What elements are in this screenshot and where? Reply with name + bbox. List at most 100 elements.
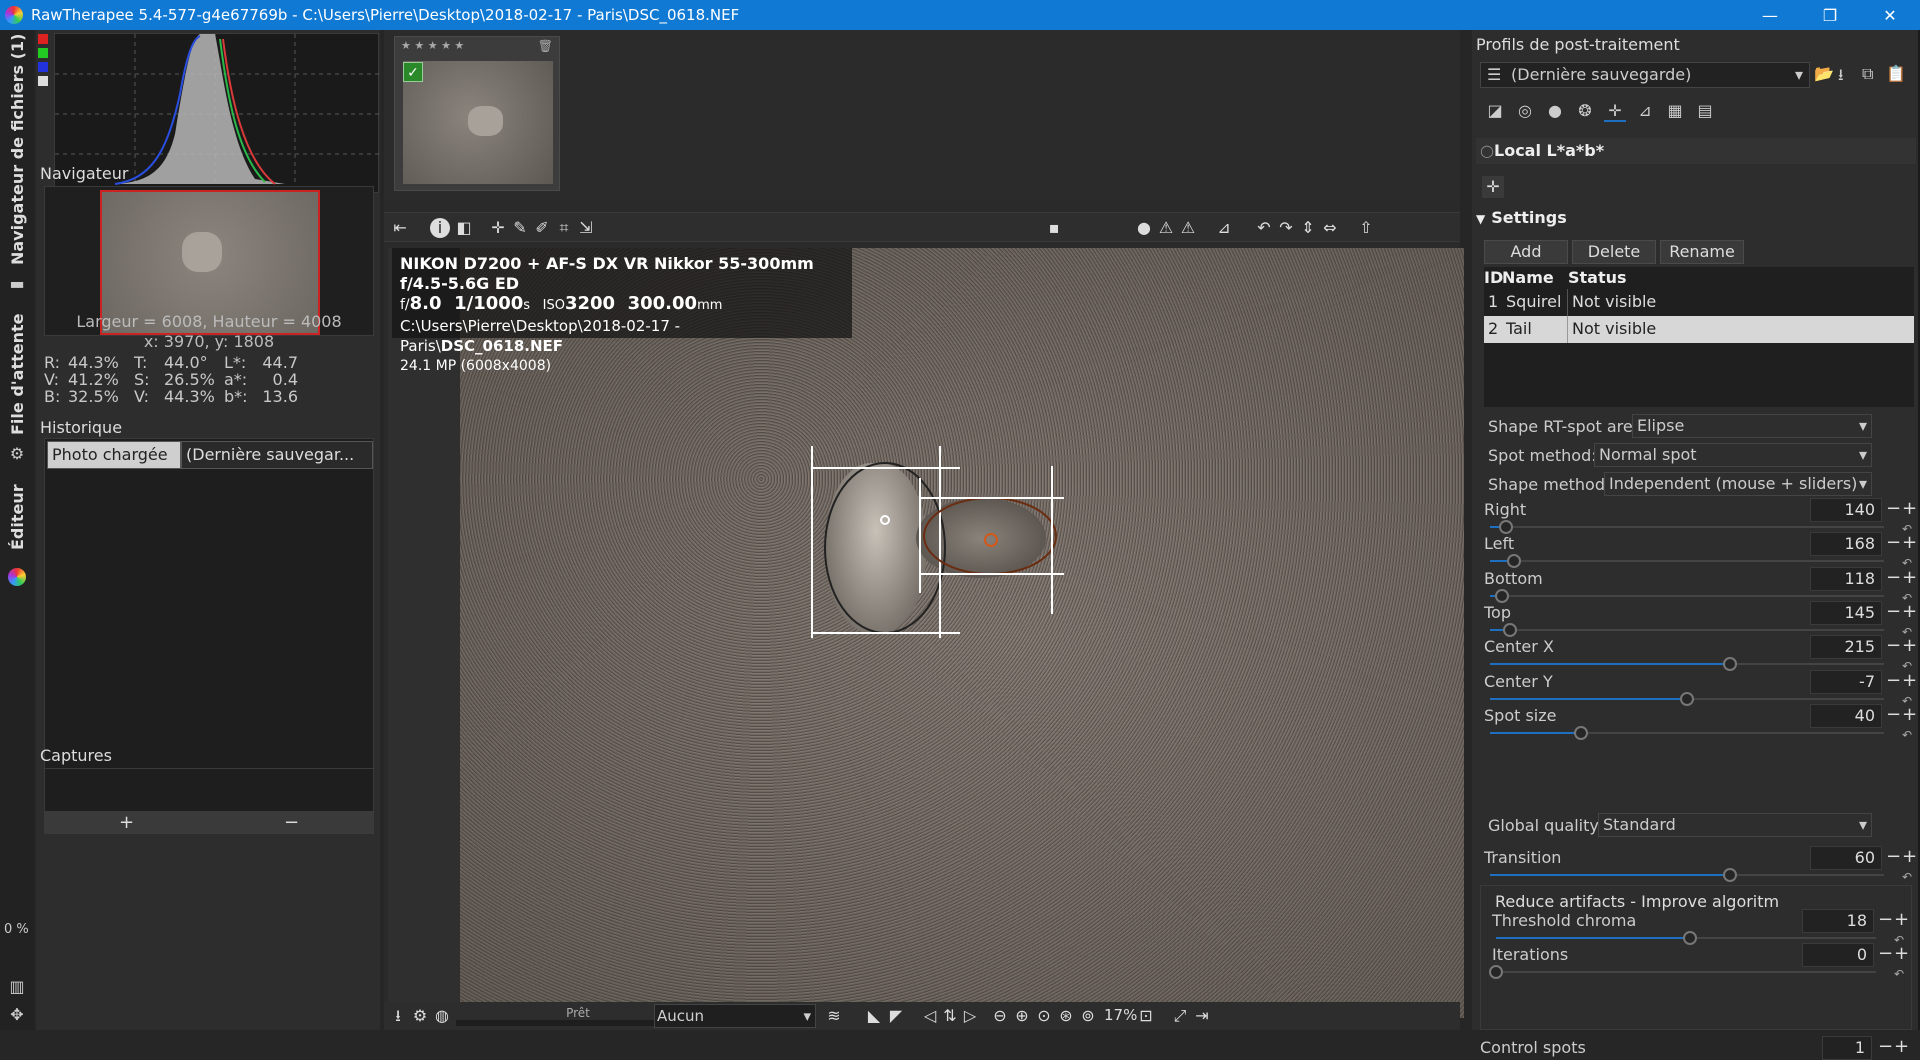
reset-icon[interactable]: ↶ xyxy=(1902,728,1912,742)
zoom-out-icon[interactable]: ⊖ xyxy=(990,1006,1010,1026)
filmstrip-toggle-icon[interactable]: ▥ xyxy=(8,978,26,996)
decrement-icon[interactable]: − xyxy=(1886,602,1901,621)
settings-header[interactable]: ▼ Settings xyxy=(1476,208,1567,227)
copy-profile-icon[interactable]: ⧉ xyxy=(1862,64,1882,84)
spot-crosshair-icon[interactable]: ✛ xyxy=(488,218,508,238)
zoom-in-icon[interactable]: ⊕ xyxy=(1012,1006,1032,1026)
profile-select[interactable]: ☰ (Dernière sauvegarde) ▾ xyxy=(1480,62,1810,88)
slider-value[interactable]: 118 xyxy=(1810,566,1882,591)
global-quality-select[interactable]: Standard ▾ xyxy=(1598,813,1872,837)
table-row[interactable]: 1 Squirel Not visible xyxy=(1484,289,1914,316)
add-capture-button[interactable]: + xyxy=(44,812,209,834)
spot-tail[interactable] xyxy=(919,466,1064,614)
advanced-tab-icon[interactable]: ❂ xyxy=(1574,100,1596,122)
slider-knob[interactable] xyxy=(1723,868,1738,882)
slider-value[interactable]: 168 xyxy=(1810,532,1882,557)
metadata-tab-icon[interactable]: ▤ xyxy=(1694,100,1716,122)
decrement-icon[interactable]: − xyxy=(1886,671,1901,690)
zoom-fit-icon[interactable]: ⊛ xyxy=(1056,1006,1076,1026)
green-channel-toggle[interactable] xyxy=(38,48,48,58)
decrement-icon[interactable]: − xyxy=(1886,848,1901,866)
white-balance-picker-icon[interactable]: ✐ xyxy=(532,218,552,238)
slider-track[interactable] xyxy=(1490,594,1884,597)
spot-tool-icon[interactable]: ✛ xyxy=(1482,176,1504,198)
slider-value[interactable]: 145 xyxy=(1810,600,1882,625)
remove-capture-button[interactable]: − xyxy=(209,812,374,834)
queue-icon[interactable]: ⚙ xyxy=(410,1006,430,1026)
flip-horizontal-icon[interactable]: ⇔ xyxy=(1320,218,1340,238)
output-profile-select[interactable]: Aucun ▾ xyxy=(654,1004,816,1028)
increment-icon[interactable]: + xyxy=(1902,500,1917,518)
increment-icon[interactable]: + xyxy=(1894,945,1909,963)
color-picker-icon[interactable]: ✎ xyxy=(510,218,530,238)
tab-queue[interactable]: File d'attente xyxy=(8,313,27,435)
rename-button[interactable]: Rename xyxy=(1660,240,1744,264)
decrement-icon[interactable]: − xyxy=(1886,500,1901,518)
sync-icon[interactable]: ⇅ xyxy=(940,1006,960,1026)
decrement-icon[interactable]: − xyxy=(1878,945,1893,963)
slider-knob[interactable] xyxy=(1723,657,1738,672)
spot-method-select[interactable]: Normal spot ▾ xyxy=(1594,443,1872,467)
control-spots-value[interactable]: 1 xyxy=(1822,1036,1872,1060)
captures-list[interactable] xyxy=(44,768,374,812)
table-row-selected[interactable]: 2 Tail Not visible xyxy=(1484,316,1914,343)
slider-value[interactable]: 18 xyxy=(1802,909,1874,933)
slider-knob[interactable] xyxy=(1502,622,1517,637)
slider-value[interactable]: -7 xyxy=(1810,669,1882,694)
gamut-icon[interactable]: ≋ xyxy=(824,1006,844,1026)
slider-value[interactable]: 60 xyxy=(1810,846,1882,870)
reset-icon[interactable]: ↶ xyxy=(1894,967,1904,981)
decrement-icon[interactable]: − xyxy=(1886,568,1901,587)
slider-knob[interactable] xyxy=(1489,965,1503,979)
raw-tab-icon[interactable]: ▦ xyxy=(1664,100,1686,122)
perspective-icon[interactable]: ⊿ xyxy=(1214,218,1234,238)
luminance-toggle[interactable] xyxy=(38,76,48,86)
hide-panel-icon[interactable]: ⇤ xyxy=(390,218,410,238)
shape-area-select[interactable]: Elipse ▾ xyxy=(1632,414,1872,438)
before-after-icon[interactable]: ◧ xyxy=(454,218,474,238)
decrement-icon[interactable]: − xyxy=(1886,637,1901,655)
rating-stars[interactable]: ★ ★ ★ ★ ★ xyxy=(401,39,464,52)
gamut-check-icon[interactable]: ◤ xyxy=(886,1006,906,1026)
slider-track[interactable] xyxy=(1496,971,1876,973)
slider-track[interactable] xyxy=(1490,560,1884,563)
exposure-tab-icon[interactable]: ◪ xyxy=(1484,100,1506,122)
highlight-clip-warning-icon[interactable]: ⚠ xyxy=(1178,218,1198,238)
focus-mask-icon[interactable]: ● xyxy=(1134,218,1154,238)
slider-value[interactable]: 215 xyxy=(1810,635,1882,660)
increment-icon[interactable]: + xyxy=(1894,911,1909,929)
slider-knob[interactable] xyxy=(1573,725,1588,740)
zoom-100-icon[interactable]: ⊙ xyxy=(1034,1006,1054,1026)
paste-profile-icon[interactable]: 📋 xyxy=(1886,64,1906,84)
color-tab-icon[interactable]: ● xyxy=(1544,100,1566,122)
hide-right-panel-icon[interactable]: ⇧ xyxy=(1356,218,1376,238)
crop-icon[interactable]: ⌗ xyxy=(554,218,574,238)
thumbnail-image[interactable] xyxy=(403,61,553,184)
tab-file-browser[interactable]: Navigateur de fichiers (1) xyxy=(8,34,27,265)
decrement-icon[interactable]: − xyxy=(1878,1038,1893,1056)
preview-modes-icon[interactable]: ▪ xyxy=(1044,218,1064,238)
increment-icon[interactable]: + xyxy=(1902,705,1917,724)
image-viewport[interactable]: NIKON D7200 + AF-S DX VR Nikkor 55-300mm… xyxy=(388,248,1464,1018)
straighten-icon[interactable]: ⇲ xyxy=(576,218,596,238)
shape-method-select[interactable]: Independent (mouse + sliders) ▾ xyxy=(1604,472,1872,496)
tab-editor[interactable]: Éditeur xyxy=(8,484,27,550)
add-button[interactable]: Add xyxy=(1484,240,1568,264)
reset-icon[interactable]: ↶ xyxy=(1902,870,1912,884)
decrement-icon[interactable]: − xyxy=(1886,705,1901,724)
decrement-icon[interactable]: − xyxy=(1878,911,1893,929)
rotate-left-icon[interactable]: ↶ xyxy=(1254,218,1274,238)
increment-icon[interactable]: + xyxy=(1902,637,1917,655)
increment-icon[interactable]: + xyxy=(1902,848,1917,866)
slider-value[interactable]: 140 xyxy=(1810,498,1882,522)
locallab-header[interactable]: ○ Local L*a*b* xyxy=(1476,138,1916,164)
enable-toggle-icon[interactable]: ○ xyxy=(1480,138,1494,164)
slider-track[interactable] xyxy=(1490,526,1884,528)
increment-icon[interactable]: + xyxy=(1902,671,1917,690)
shadow-clip-warning-icon[interactable]: ⚠ xyxy=(1156,218,1176,238)
histogram-channel-buttons[interactable] xyxy=(38,34,50,144)
slider-knob[interactable] xyxy=(1682,931,1697,945)
save-profile-icon[interactable]: ⭳ xyxy=(1838,64,1858,84)
new-detail-window-icon[interactable]: ⊡ xyxy=(1136,1006,1156,1026)
slider-value[interactable]: 0 xyxy=(1802,943,1874,967)
